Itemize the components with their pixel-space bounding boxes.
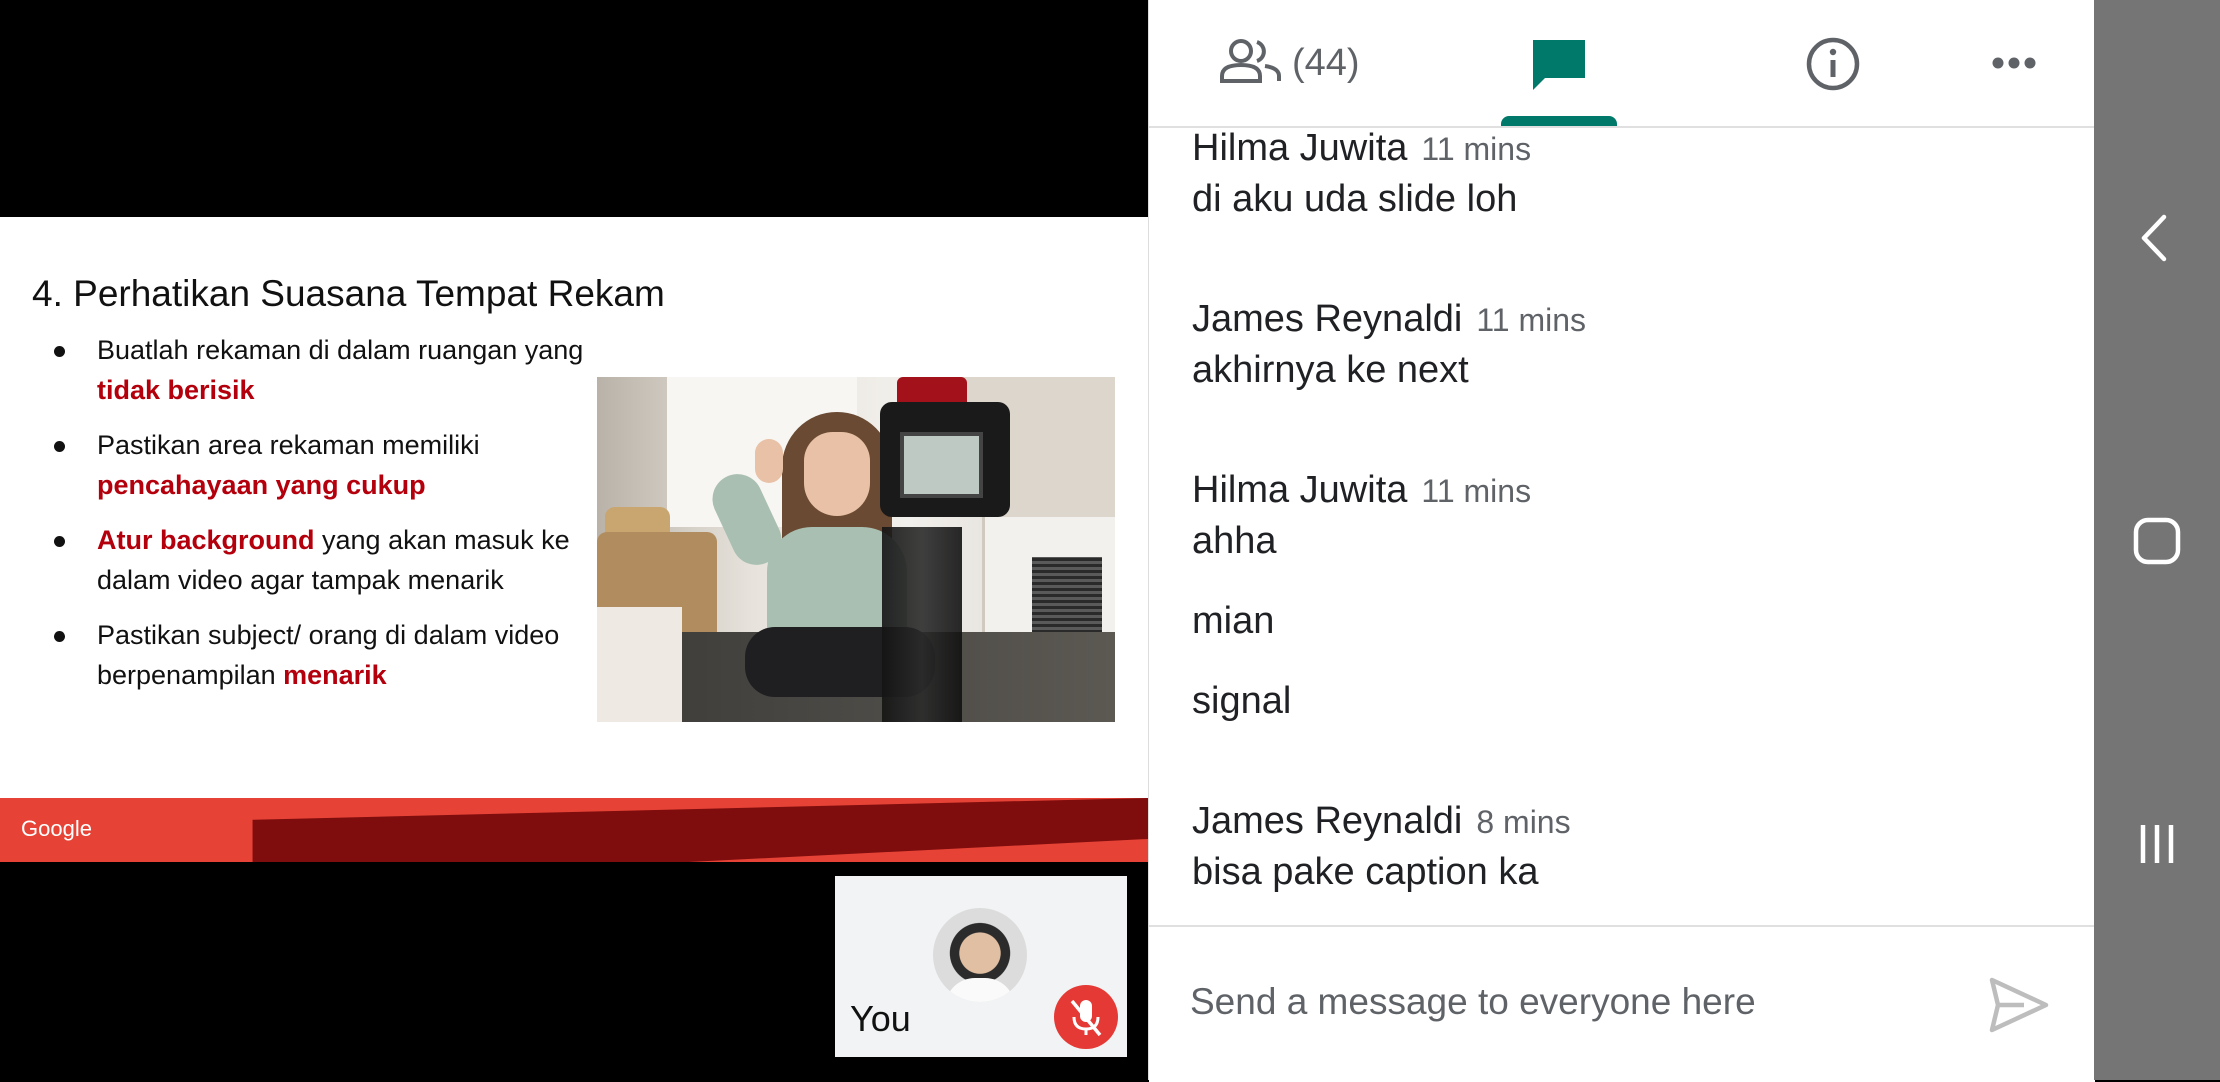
bullet-dot-icon	[54, 631, 65, 642]
message-sender: Hilma Juwita 11 mins	[1192, 469, 1532, 511]
message-text: bisa pake caption ka	[1192, 851, 1539, 893]
bullet-dot-icon	[54, 441, 65, 452]
info-icon	[1806, 37, 1860, 91]
message-text: akhirnya ke next	[1192, 349, 1469, 391]
message-text: mian	[1192, 600, 1275, 642]
active-tab-indicator	[1501, 116, 1617, 126]
people-icon	[1220, 39, 1281, 83]
slide-bullet-list: Buatlah rekaman di dalam ruangan yang ti…	[50, 330, 590, 710]
presentation-stage: 4. Perhatikan Suasana Tempat Rekam Buatl…	[0, 0, 1148, 1080]
message-time: 8 mins	[1476, 804, 1571, 840]
message-text: signal	[1192, 680, 1292, 722]
message-text: ahha	[1192, 520, 1277, 562]
home-square-icon	[2133, 517, 2181, 565]
message-time: 11 mins	[1421, 473, 1532, 509]
more-options-button[interactable]	[1969, 0, 2059, 126]
back-chevron-icon	[2141, 214, 2167, 262]
slide-bullet: Pastikan subject/ orang di dalam video b…	[50, 615, 590, 695]
recent-apps-icon	[2140, 825, 2174, 863]
self-view-tile[interactable]: You	[835, 876, 1127, 1057]
google-logo: Google	[21, 816, 92, 841]
slide-title: 4. Perhatikan Suasana Tempat Rekam	[32, 273, 665, 314]
message-composer	[1149, 925, 2095, 1082]
slide-bullet-text: Buatlah rekaman di dalam ruangan yang	[97, 335, 584, 365]
slide-bullet: Atur background yang akan masuk ke dalam…	[50, 520, 590, 600]
recent-apps-button[interactable]	[2122, 809, 2192, 879]
self-view-label: You	[850, 998, 911, 1039]
bullet-dot-icon	[54, 536, 65, 547]
more-horizontal-icon	[1992, 57, 2036, 69]
send-button[interactable]	[1984, 972, 2054, 1038]
message-sender: James Reynaldi 8 mins	[1192, 800, 1571, 842]
participant-count: (44)	[1292, 42, 1360, 84]
tab-people[interactable]: (44)	[1219, 0, 1379, 126]
back-button[interactable]	[2122, 203, 2192, 273]
message-time: 11 mins	[1421, 131, 1532, 167]
message-sender: James Reynaldi 11 mins	[1192, 298, 1587, 340]
presentation-slide: 4. Perhatikan Suasana Tempat Rekam Buatl…	[0, 217, 1148, 862]
slide-footer-banner: Google	[0, 798, 1148, 862]
slide-bullet-highlight: menarik	[283, 660, 387, 690]
slide-bullet-highlight: pencahayaan yang cukup	[97, 470, 426, 500]
slide-bullet: Pastikan area rekaman memiliki pencahaya…	[50, 425, 590, 505]
slide-bullet-highlight: Atur background	[97, 525, 315, 555]
mic-off-button[interactable]	[1054, 985, 1118, 1049]
system-navigation-bar	[2094, 0, 2220, 1080]
chat-message-list[interactable]: Hilma Juwita 11 mins di aku uda slide loh…	[1192, 126, 2072, 926]
slide-bullet: Buatlah rekaman di dalam ruangan yang ti…	[50, 330, 590, 410]
message-text: di aku uda slide loh	[1192, 178, 1518, 220]
chat-icon	[1533, 40, 1585, 90]
avatar	[933, 908, 1027, 1002]
mic-off-icon	[1070, 999, 1102, 1037]
tab-info[interactable]	[1789, 0, 1879, 126]
panel-tabs: (44)	[1149, 0, 2095, 128]
slide-bullet-highlight: tidak berisik	[97, 375, 255, 405]
bullet-dot-icon	[54, 346, 65, 357]
send-icon	[1989, 977, 2049, 1033]
tab-chat[interactable]	[1499, 0, 1619, 126]
slide-bullet-text: Pastikan area rekaman memiliki	[97, 430, 480, 460]
message-sender: Hilma Juwita 11 mins	[1192, 127, 1532, 169]
chat-panel: (44) Hilma Juwita 11 mins di aku uda sli…	[1148, 0, 2095, 1082]
message-input[interactable]	[1190, 977, 1970, 1027]
slide-photo	[597, 377, 1115, 722]
home-button[interactable]	[2122, 506, 2192, 576]
message-time: 11 mins	[1476, 302, 1587, 338]
